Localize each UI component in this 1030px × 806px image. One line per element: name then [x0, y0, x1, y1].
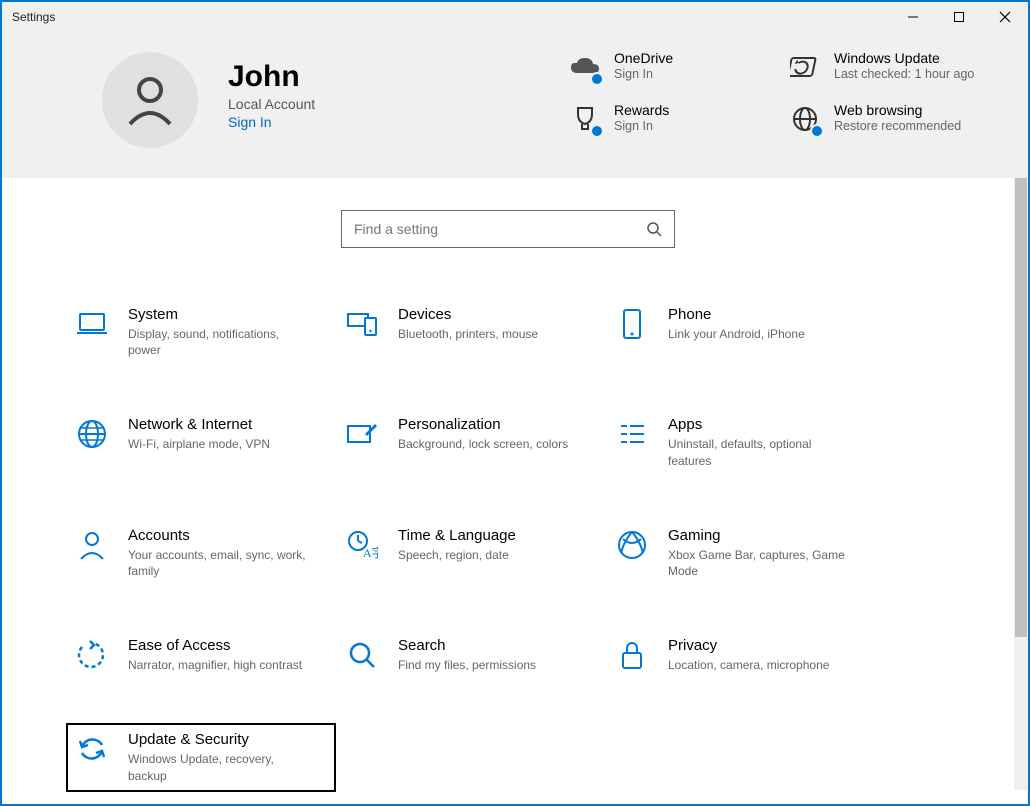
tile-subtitle: Restore recommended [834, 118, 961, 134]
tile-subtitle: Sign In [614, 66, 673, 82]
person-icon [74, 527, 110, 563]
category-system[interactable]: System Display, sound, notifications, pow… [66, 298, 336, 366]
tile-title: Windows Update [834, 50, 974, 66]
tile-title: Web browsing [834, 102, 961, 118]
gaming-icon [614, 527, 650, 563]
category-phone[interactable]: Phone Link your Android, iPhone [606, 298, 876, 366]
category-devices[interactable]: Devices Bluetooth, printers, mouse [336, 298, 606, 366]
category-subtitle: Uninstall, defaults, optional features [668, 436, 848, 468]
account-type: Local Account [228, 96, 315, 112]
titlebar: Settings [2, 2, 1028, 32]
scrollbar-thumb[interactable] [1015, 178, 1027, 637]
category-personalization[interactable]: Personalization Background, lock screen, … [336, 408, 606, 476]
category-subtitle: Location, camera, microphone [668, 657, 829, 673]
tile-onedrive[interactable]: OneDrive Sign In [568, 50, 778, 84]
minimize-button[interactable] [890, 2, 936, 32]
scroll-area: System Display, sound, notifications, pow… [2, 178, 1014, 790]
tile-title: Rewards [614, 102, 669, 118]
time-language-icon: A字 [344, 527, 380, 563]
category-subtitle: Xbox Game Bar, captures, Game Mode [668, 547, 848, 579]
close-button[interactable] [982, 2, 1028, 32]
category-time-language[interactable]: A字 Time & Language Speech, region, date [336, 519, 606, 587]
category-title: Accounts [128, 527, 308, 544]
category-title: Devices [398, 306, 538, 323]
category-apps[interactable]: Apps Uninstall, defaults, optional featur… [606, 408, 876, 476]
avatar[interactable] [102, 52, 198, 148]
settings-grid: System Display, sound, notifications, pow… [66, 298, 954, 792]
update-icon [788, 50, 822, 84]
devices-icon [344, 306, 380, 342]
tile-web-browsing[interactable]: Web browsing Restore recommended [788, 102, 988, 136]
category-ease-of-access[interactable]: Ease of Access Narrator, magnifier, high … [66, 629, 336, 681]
category-subtitle: Background, lock screen, colors [398, 436, 568, 452]
category-title: Personalization [398, 416, 568, 433]
user-name: John [228, 60, 315, 94]
tile-rewards[interactable]: Rewards Sign In [568, 102, 778, 136]
category-update-security[interactable]: Update & Security Windows Update, recover… [66, 723, 336, 791]
category-subtitle: Your accounts, email, sync, work, family [128, 547, 308, 579]
header-panel: John Local Account Sign In OneDrive Sign… [2, 32, 1028, 178]
window-title: Settings [12, 10, 55, 24]
tile-windows-update[interactable]: Windows Update Last checked: 1 hour ago [788, 50, 988, 84]
category-network[interactable]: Network & Internet Wi-Fi, airplane mode, … [66, 408, 336, 476]
category-subtitle: Display, sound, notifications, power [128, 326, 308, 358]
svg-text:A字: A字 [363, 545, 378, 560]
phone-icon [614, 306, 650, 342]
maximize-button[interactable] [936, 2, 982, 32]
category-title: Apps [668, 416, 848, 433]
category-title: Time & Language [398, 527, 516, 544]
category-title: Phone [668, 306, 805, 323]
window-controls [890, 2, 1028, 32]
body: System Display, sound, notifications, pow… [2, 178, 1028, 790]
category-title: Update & Security [128, 731, 308, 748]
tile-subtitle: Last checked: 1 hour ago [834, 66, 974, 82]
globe-icon [74, 416, 110, 452]
category-title: Privacy [668, 637, 829, 654]
category-title: System [128, 306, 308, 323]
category-gaming[interactable]: Gaming Xbox Game Bar, captures, Game Mode [606, 519, 876, 587]
signin-link[interactable]: Sign In [228, 114, 315, 130]
category-subtitle: Link your Android, iPhone [668, 326, 805, 342]
ease-icon [74, 637, 110, 673]
search-box[interactable] [341, 210, 675, 248]
scrollbar[interactable] [1014, 178, 1028, 790]
brush-icon [344, 416, 380, 452]
cloud-icon [568, 50, 602, 84]
sync-icon [74, 731, 110, 767]
category-accounts[interactable]: Accounts Your accounts, email, sync, work… [66, 519, 336, 587]
category-subtitle: Narrator, magnifier, high contrast [128, 657, 302, 673]
category-subtitle: Find my files, permissions [398, 657, 536, 673]
category-subtitle: Speech, region, date [398, 547, 516, 563]
category-subtitle: Bluetooth, printers, mouse [398, 326, 538, 342]
tile-subtitle: Sign In [614, 118, 669, 134]
category-title: Ease of Access [128, 637, 302, 654]
header-tiles: OneDrive Sign In Windows Update Last che… [568, 46, 988, 136]
category-privacy[interactable]: Privacy Location, camera, microphone [606, 629, 876, 681]
search-input[interactable] [354, 221, 646, 237]
category-title: Gaming [668, 527, 848, 544]
rewards-icon [568, 102, 602, 136]
category-subtitle: Wi-Fi, airplane mode, VPN [128, 436, 270, 452]
laptop-icon [74, 306, 110, 342]
category-subtitle: Windows Update, recovery, backup [128, 751, 308, 783]
apps-icon [614, 416, 650, 452]
category-title: Search [398, 637, 536, 654]
category-search[interactable]: Search Find my files, permissions [336, 629, 606, 681]
person-icon [120, 70, 180, 130]
lock-icon [614, 637, 650, 673]
globe-icon [788, 102, 822, 136]
user-info: John Local Account Sign In [228, 46, 315, 130]
tile-title: OneDrive [614, 50, 673, 66]
category-title: Network & Internet [128, 416, 270, 433]
search-icon [646, 221, 662, 237]
search-icon [344, 637, 380, 673]
